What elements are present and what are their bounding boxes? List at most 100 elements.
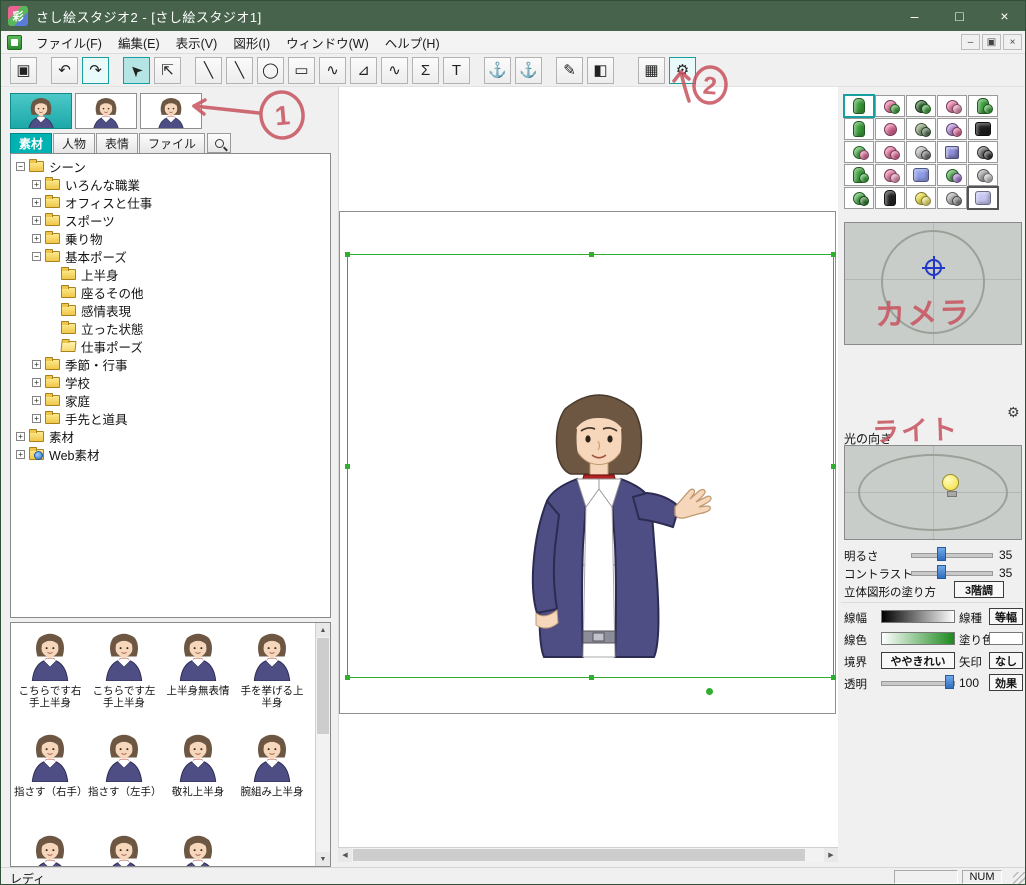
mdi-restore-button[interactable]: ▣ — [982, 34, 1001, 50]
tab-expression[interactable]: 表情 — [96, 133, 139, 153]
material-tile[interactable] — [968, 95, 998, 117]
tree-item[interactable]: + スポーツ — [11, 211, 330, 229]
selection-handle[interactable] — [588, 252, 594, 257]
tab-person[interactable]: 人物 — [53, 133, 96, 153]
line-type-button[interactable]: 等幅 — [989, 608, 1023, 625]
scroll-right-icon[interactable]: ▶ — [824, 848, 838, 862]
material-tile[interactable] — [843, 94, 875, 118]
material-tile[interactable] — [937, 141, 967, 163]
selection-box[interactable] — [345, 252, 836, 680]
tree-expand-plus[interactable]: + — [32, 215, 41, 225]
search-button[interactable] — [207, 133, 232, 153]
settings-button[interactable]: ⚙ — [669, 56, 696, 84]
pose-item[interactable]: 敬礼上半身 — [161, 724, 235, 825]
tree-item[interactable]: + 手先と道具 — [11, 409, 330, 427]
pose-item[interactable]: こちらです右手上半身 — [13, 623, 87, 724]
minimize-button[interactable]: – — [892, 1, 937, 31]
light-bulb-icon[interactable] — [942, 474, 959, 497]
slider-thumb[interactable] — [937, 547, 946, 561]
tree-expand-plus[interactable]: + — [16, 449, 25, 459]
slider-thumb[interactable] — [937, 565, 946, 579]
tree-item[interactable]: + 素材 — [11, 427, 330, 445]
curve-button[interactable]: ∿ — [319, 56, 346, 84]
material-tile[interactable] — [968, 118, 998, 140]
tree-expand-plus[interactable]: + — [32, 359, 41, 369]
tree-expand-plus[interactable]: + — [32, 233, 41, 243]
material-tile[interactable] — [844, 187, 874, 209]
tree-expand-plus[interactable]: + — [32, 395, 41, 405]
slider-thumb[interactable] — [945, 675, 954, 689]
pose-item[interactable] — [161, 825, 235, 866]
menu-item[interactable]: 図形(I) — [225, 30, 278, 55]
scroll-left-icon[interactable]: ◀ — [338, 848, 352, 862]
tree-item[interactable]: + 家庭 — [11, 391, 330, 409]
menu-item[interactable]: ファイル(F) — [28, 30, 110, 55]
material-tile[interactable] — [937, 164, 967, 186]
menu-item[interactable]: 表示(V) — [168, 30, 226, 55]
segment-button[interactable]: ╲ — [226, 56, 253, 84]
material-tile[interactable] — [937, 187, 967, 209]
pose-item[interactable] — [87, 825, 161, 866]
closed-curve-button[interactable]: Σ — [412, 56, 439, 84]
mdi-close-button[interactable]: × — [1003, 34, 1022, 50]
tree-item[interactable]: − 基本ポーズ — [11, 247, 330, 265]
line-width-slider[interactable] — [881, 610, 955, 623]
selection-handle[interactable] — [345, 252, 350, 257]
material-tile[interactable] — [906, 141, 936, 163]
contrast-slider[interactable] — [911, 564, 993, 580]
text-button[interactable]: T — [443, 56, 470, 84]
material-tile[interactable] — [968, 141, 998, 163]
material-tile[interactable] — [844, 164, 874, 186]
anchor-button[interactable]: ⚓ — [484, 56, 511, 84]
tree-item[interactable]: 感情表現 — [11, 301, 330, 319]
tree-expand-plus[interactable]: + — [32, 179, 41, 189]
pose-item[interactable]: 手を挙げる上半身 — [235, 623, 309, 724]
material-tile[interactable] — [875, 95, 905, 117]
line-button[interactable]: ╲ — [195, 56, 222, 84]
pose-item[interactable]: 指さす（左手） — [87, 724, 162, 825]
tab-file[interactable]: ファイル — [139, 133, 206, 153]
close-button[interactable]: × — [982, 1, 1025, 31]
menu-item[interactable]: ウィンドウ(W) — [278, 30, 377, 55]
tree-item[interactable]: + 乗り物 — [11, 229, 330, 247]
selection-handle[interactable] — [588, 675, 594, 680]
transparency-slider[interactable] — [881, 674, 955, 690]
material-tile[interactable] — [968, 164, 998, 186]
select-button[interactable]: ➤ — [123, 56, 150, 84]
line-color-swatch[interactable] — [881, 632, 955, 645]
scrollbar-thumb[interactable] — [353, 849, 805, 861]
character-thumbnail[interactable] — [75, 93, 137, 129]
redo-button[interactable]: ↷ — [82, 56, 109, 84]
selection-handle[interactable] — [831, 675, 836, 680]
material-tile[interactable] — [906, 164, 936, 186]
canvas-hscrollbar[interactable]: ◀ ▶ — [338, 847, 838, 862]
polygon-button[interactable]: ⊿ — [350, 56, 377, 84]
scroll-down-icon[interactable]: ▼ — [316, 852, 330, 866]
scroll-up-icon[interactable]: ▲ — [316, 623, 330, 637]
object-select-button[interactable]: ⇱ — [154, 56, 181, 84]
shading-button[interactable]: 3階調 — [954, 581, 1004, 598]
tree-expand-plus[interactable]: + — [32, 197, 41, 207]
tree-expand-minus[interactable]: − — [16, 161, 25, 171]
boundary-button[interactable]: ややきれい — [881, 652, 955, 669]
selection-handle[interactable] — [345, 464, 350, 469]
tree-expand-minus[interactable]: − — [32, 251, 41, 261]
material-tile[interactable] — [937, 118, 967, 140]
tree-expand-plus[interactable]: + — [32, 377, 41, 387]
rectangle-button[interactable]: ▭ — [288, 56, 315, 84]
camera-target-icon[interactable] — [922, 256, 945, 279]
tree-item[interactable]: + 学校 — [11, 373, 330, 391]
pose-scrollbar[interactable]: ▲ ▼ — [315, 623, 330, 866]
material-tile[interactable] — [844, 141, 874, 163]
tree-expand-plus[interactable]: + — [16, 431, 25, 441]
character-thumbnail[interactable] — [140, 93, 202, 129]
maximize-button[interactable]: □ — [937, 1, 982, 31]
material-tile[interactable] — [844, 118, 874, 140]
material-tile[interactable] — [906, 118, 936, 140]
arrow-button[interactable]: なし — [989, 652, 1023, 669]
tree-expand-plus[interactable]: + — [32, 413, 41, 423]
pose-item[interactable]: 指さす（右手） — [13, 724, 88, 825]
pose-item[interactable]: こちらです左手上半身 — [87, 623, 161, 724]
tree-item[interactable]: + オフィスと仕事 — [11, 193, 330, 211]
tree-item[interactable]: + いろんな職業 — [11, 175, 330, 193]
